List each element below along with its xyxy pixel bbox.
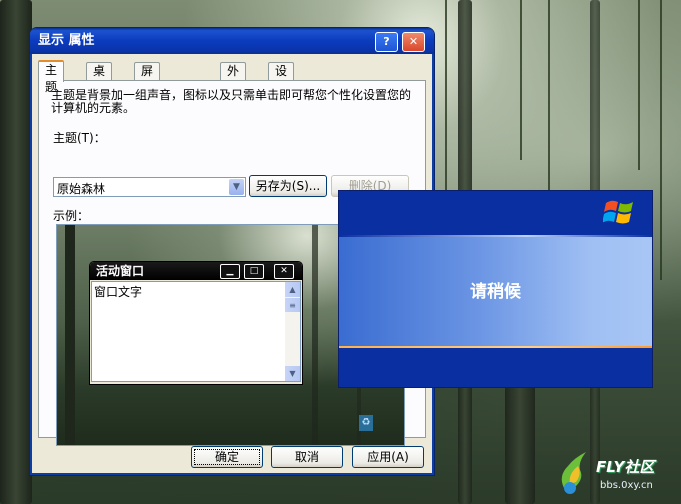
ok-button[interactable]: 确定 bbox=[191, 446, 263, 468]
windows-logo-icon bbox=[603, 200, 633, 224]
close-button[interactable]: ✕ bbox=[402, 32, 425, 52]
preview-window-text: 窗口文字 bbox=[94, 285, 143, 299]
theme-select-value: 原始森林 bbox=[57, 182, 106, 196]
maximize-icon: □ bbox=[244, 264, 264, 279]
fly-url-text: bbs.0xy.cn bbox=[600, 480, 653, 491]
please-wait-text: 请稍候 bbox=[470, 282, 521, 302]
tab-themes[interactable]: 主题 bbox=[38, 60, 65, 94]
preview-active-window: 活动窗口 ▁ □ ✕ 窗口文字 ▲ ≡ ▼ bbox=[89, 261, 303, 385]
fly-brand-text: FLY社区 bbox=[596, 458, 655, 476]
tab-settings[interactable]: 设置 bbox=[268, 62, 295, 95]
sample-label: 示例： bbox=[53, 209, 90, 223]
minimize-icon: ▁ bbox=[220, 264, 240, 279]
window-titlebar[interactable]: 显示 属性 ? ✕ bbox=[30, 28, 434, 54]
fly-bird-icon bbox=[561, 452, 586, 494]
scroll-thumb: ≡ bbox=[285, 298, 300, 312]
help-button[interactable]: ? bbox=[375, 32, 398, 52]
theme-description: 主题是背景加一组声音，图标以及只需单击即可帮您个性化设置您的计算机的元素。 bbox=[51, 88, 412, 115]
recycle-bin-icon: ♻ bbox=[359, 415, 373, 431]
help-icon: ? bbox=[383, 35, 390, 48]
tab-appearance[interactable]: 外观 bbox=[220, 62, 247, 95]
preview-scrollbar: ▲ ≡ ▼ bbox=[285, 282, 300, 381]
theme-label: 主题(T)： bbox=[53, 131, 106, 145]
close-icon: ✕ bbox=[274, 264, 294, 279]
scroll-up-icon: ▲ bbox=[285, 282, 300, 297]
cancel-button[interactable]: 取消 bbox=[271, 446, 343, 468]
scroll-down-icon: ▼ bbox=[285, 366, 300, 381]
theme-select[interactable]: 原始森林 ▼ bbox=[53, 177, 246, 197]
tab-screensaver[interactable]: 屏幕保护程序 bbox=[134, 62, 161, 163]
close-icon: ✕ bbox=[408, 35, 419, 48]
fly-community-logo: FLY社区 bbs.0xy.cn bbox=[556, 446, 676, 498]
save-as-button[interactable]: 另存为(S)... bbox=[249, 175, 327, 197]
window-title: 显示 属性 bbox=[38, 33, 95, 48]
please-wait-screen: 请稍候 bbox=[338, 190, 653, 388]
chevron-down-icon[interactable]: ▼ bbox=[229, 179, 244, 195]
apply-button[interactable]: 应用(A) bbox=[352, 446, 424, 468]
preview-window-title: 活动窗口 bbox=[96, 264, 145, 278]
tab-desktop[interactable]: 桌面 bbox=[86, 62, 113, 95]
